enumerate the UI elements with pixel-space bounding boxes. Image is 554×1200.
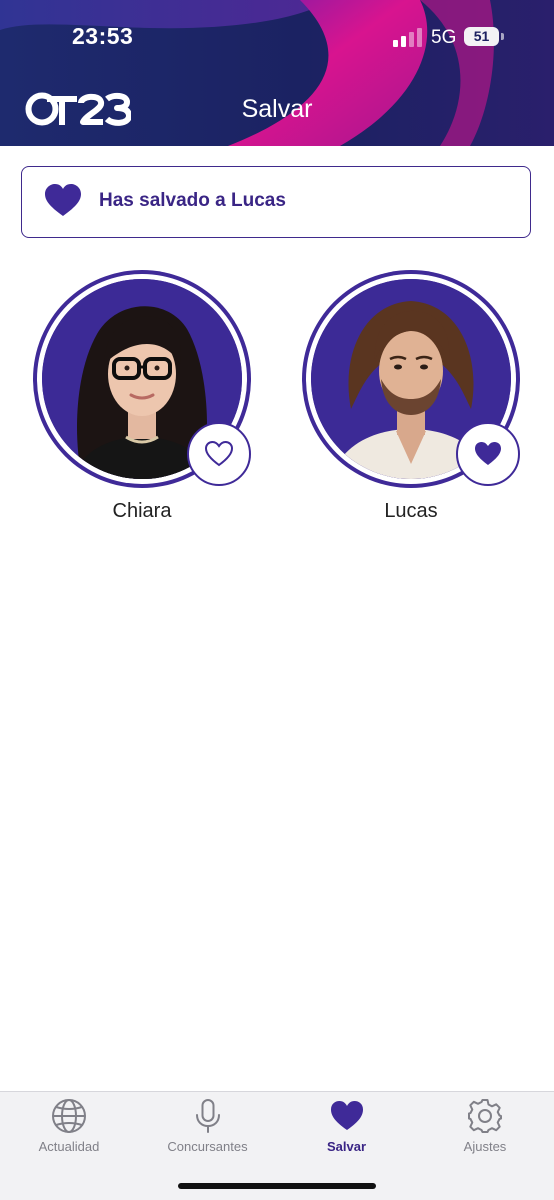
battery-icon: 51 — [464, 26, 504, 48]
tab-concursantes[interactable]: Concursantes — [138, 1092, 277, 1172]
contestant-card-lucas[interactable]: Lucas — [302, 270, 522, 530]
tab-label: Concursantes — [167, 1139, 248, 1154]
tab-actualidad[interactable]: Actualidad — [0, 1092, 138, 1172]
status-bar: 23:53 5G 51 — [0, 0, 554, 70]
heart-filled-icon — [330, 1101, 363, 1130]
status-time: 23:53 — [72, 23, 134, 49]
tab-label: Actualidad — [38, 1139, 100, 1154]
page-title: Salvar — [241, 95, 313, 123]
heart-filled-icon — [45, 184, 81, 216]
save-button-lucas[interactable] — [456, 422, 520, 486]
banner-message: Has salvado a Lucas — [99, 190, 286, 211]
gear-icon — [468, 1099, 502, 1133]
contestant-name: Lucas — [384, 500, 438, 522]
save-button-chiara[interactable] — [187, 422, 251, 486]
heart-filled-icon — [475, 442, 501, 465]
microphone-icon — [195, 1099, 220, 1133]
globe-icon — [52, 1099, 86, 1133]
saved-confirmation-banner: Has salvado a Lucas — [21, 166, 531, 238]
network-type: 5G — [431, 27, 457, 48]
tab-label: Salvar — [326, 1139, 367, 1154]
home-indicator — [178, 1183, 376, 1189]
contestant-card-chiara[interactable]: Chiara — [33, 270, 253, 530]
tab-label: Ajustes — [463, 1139, 507, 1154]
cellular-signal-icon — [393, 28, 422, 47]
heart-outline-icon — [205, 441, 233, 467]
save-screen: 23:53 5G 51 Salvar Has salvado a Lucas C… — [0, 0, 554, 1200]
tab-ajustes[interactable]: Ajustes — [416, 1092, 554, 1172]
battery-level: 51 — [473, 28, 490, 44]
tab-salvar[interactable]: Salvar — [277, 1092, 416, 1172]
header: 23:53 5G 51 Salvar — [0, 0, 554, 146]
contestant-name: Chiara — [112, 500, 172, 522]
